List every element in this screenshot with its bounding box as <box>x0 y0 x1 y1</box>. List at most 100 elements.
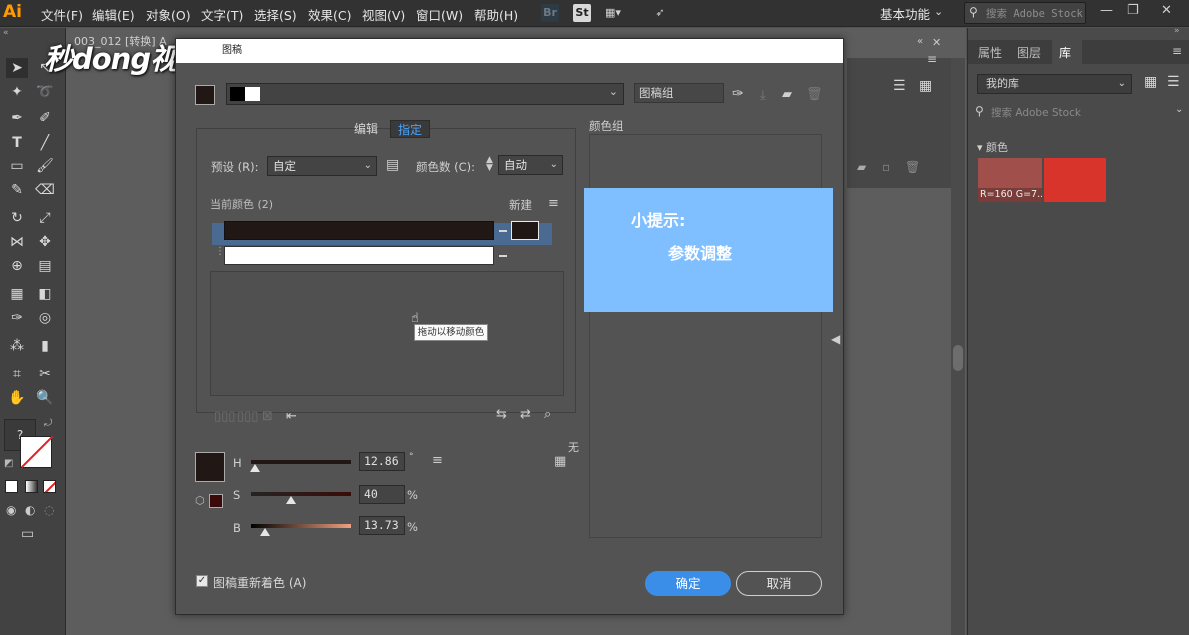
color-bar-select[interactable]: ⌄ <box>226 83 624 105</box>
pen-tool-icon[interactable]: ✒ <box>6 108 28 128</box>
draw-inside-icon[interactable]: ◌ <box>44 503 54 517</box>
grid-view-icon[interactable]: ▦ <box>919 78 932 94</box>
trash-icon[interactable]: 🗑 <box>905 160 920 174</box>
h-value-field[interactable]: 12.86 <box>359 452 405 471</box>
list-menu-icon[interactable]: ≡ <box>548 196 559 211</box>
current-color-bar[interactable] <box>224 221 494 240</box>
menu-select[interactable]: 选择(S) <box>254 5 297 24</box>
library-color-swatch[interactable]: R=160 G=7... <box>978 158 1042 202</box>
menu-object[interactable]: 对象(O) <box>146 5 191 24</box>
preset-select[interactable]: 自定 ⌄ <box>267 156 377 176</box>
gpu-rocket-icon[interactable]: ➶ <box>651 4 669 22</box>
rectangle-tool-icon[interactable]: ▭ <box>6 156 28 176</box>
hand-tool-icon[interactable]: ✋ <box>6 388 28 408</box>
scrollbar-thumb[interactable] <box>953 345 963 371</box>
color-count-select[interactable]: 自动 ⌄ <box>498 155 563 175</box>
find-colors-icon[interactable]: ⌕ <box>544 407 551 422</box>
new-icon[interactable]: ▫ <box>882 160 890 174</box>
current-fill-swatch[interactable] <box>195 85 215 105</box>
close-icon[interactable]: ✕ <box>1161 3 1172 18</box>
perspective-grid-tool-icon[interactable]: ▤ <box>34 256 56 276</box>
line-tool-icon[interactable]: ╱ <box>34 133 56 153</box>
s-slider-thumb[interactable] <box>286 496 296 504</box>
eyedropper-tool-icon[interactable]: ✑ <box>6 308 28 328</box>
screen-mode-icon[interactable]: ▭ <box>21 526 34 542</box>
panel-menu-icon[interactable]: ≡ <box>927 52 937 66</box>
collapse-icon[interactable]: « <box>3 28 9 38</box>
color-reduction-options-icon[interactable]: ▤ <box>386 157 399 173</box>
minimize-icon[interactable]: — <box>1100 3 1113 18</box>
tab-properties[interactable]: 属性 <box>978 44 1002 61</box>
list-view-icon[interactable]: ☰ <box>1167 74 1180 90</box>
new-color-group-icon[interactable]: ▰ <box>782 87 792 102</box>
zoom-tool-icon[interactable]: 🔍 <box>34 388 56 408</box>
h-slider[interactable] <box>251 460 351 464</box>
tab-edit[interactable]: 编辑 <box>347 120 385 138</box>
s-slider[interactable] <box>251 492 351 496</box>
close-icon[interactable]: ✕ <box>932 36 941 49</box>
lasso-tool-icon[interactable]: ➰ <box>34 82 56 102</box>
out-of-gamut-swatch[interactable] <box>209 494 223 508</box>
colors-section-header[interactable]: ▾ 颜色 <box>977 139 1008 155</box>
cancel-button[interactable]: 取消 <box>736 571 822 596</box>
library-search-input[interactable]: ⚲ 搜索 Adobe Stock ⌄ <box>975 102 1185 122</box>
magic-wand-tool-icon[interactable]: ✦ <box>6 82 28 102</box>
gradient-mode-icon[interactable] <box>25 480 38 493</box>
stepper-icon[interactable]: ▲ ▼ <box>486 156 493 173</box>
current-color-bar[interactable] <box>224 246 494 265</box>
color-mode-menu-icon[interactable]: ≡ <box>432 453 443 468</box>
menu-edit[interactable]: 编辑(E) <box>92 5 135 24</box>
b-slider-thumb[interactable] <box>260 528 270 536</box>
menu-window[interactable]: 窗口(W) <box>416 5 463 24</box>
new-row-icon[interactable]: ⇤ <box>286 409 297 424</box>
curvature-tool-icon[interactable]: ✐ <box>34 108 56 128</box>
panel-menu-icon[interactable]: ≡ <box>1172 44 1182 58</box>
mesh-tool-icon[interactable]: ▦ <box>6 284 28 304</box>
folder-icon[interactable]: ▰ <box>857 160 866 174</box>
shape-builder-tool-icon[interactable]: ⊕ <box>6 256 28 276</box>
s-value-field[interactable]: 40 <box>359 485 405 504</box>
menu-view[interactable]: 视图(V) <box>362 5 405 24</box>
random-saturation-icon[interactable]: ⇄ <box>520 407 531 422</box>
stock-icon[interactable]: St <box>573 4 591 22</box>
library-select[interactable]: 我的库 ⌄ <box>977 74 1132 94</box>
chevron-down-icon[interactable]: ⌄ <box>934 5 943 18</box>
color-cube-icon[interactable]: ⬡ <box>195 494 205 507</box>
slice-tool-icon[interactable]: ✂ <box>34 364 56 384</box>
selected-color-swatch[interactable] <box>195 452 225 482</box>
width-tool-icon[interactable]: ⋈ <box>6 232 28 252</box>
rotate-tool-icon[interactable]: ↻ <box>6 208 28 228</box>
shaper-tool-icon[interactable]: ✎ <box>6 180 28 200</box>
tab-layers[interactable]: 图层 <box>1017 44 1041 61</box>
recolor-artwork-checkbox[interactable]: ✓ <box>196 575 208 587</box>
scale-tool-icon[interactable]: ⤢ <box>34 208 56 228</box>
b-value-field[interactable]: 13.73 <box>359 516 405 535</box>
random-order-icon[interactable]: ⇆ <box>496 407 507 422</box>
menu-help[interactable]: 帮助(H) <box>474 5 518 24</box>
grid-view-icon[interactable]: ▦ <box>1144 74 1157 90</box>
type-tool-icon[interactable]: T <box>6 133 28 153</box>
none-mode-icon[interactable] <box>43 480 56 493</box>
stock-search-input[interactable]: ⚲ 搜索 Adobe Stock <box>964 2 1086 24</box>
draw-behind-icon[interactable]: ◐ <box>25 503 35 517</box>
limit-to-library-icon[interactable]: ▦ <box>554 454 566 469</box>
blend-tool-icon[interactable]: ◎ <box>34 308 56 328</box>
eraser-tool-icon[interactable]: ⌫ <box>34 180 56 200</box>
color-mode-icon[interactable] <box>5 480 18 493</box>
tab-libraries[interactable]: 库 <box>1052 40 1082 64</box>
draw-normal-icon[interactable]: ◉ <box>6 503 16 517</box>
collapse-icon[interactable]: « <box>917 36 923 47</box>
h-slider-thumb[interactable] <box>250 464 260 472</box>
selection-tool-icon[interactable]: ➤ <box>6 58 28 78</box>
restore-icon[interactable]: ❐ <box>1127 3 1139 18</box>
menu-file[interactable]: 文件(F) <box>41 5 83 24</box>
library-color-swatch[interactable] <box>1044 158 1106 202</box>
collapse-panel-icon[interactable]: ◀ <box>831 332 840 346</box>
bridge-icon[interactable]: Br <box>541 4 559 22</box>
swap-fill-stroke-icon[interactable]: ⤾ <box>44 418 52 429</box>
list-view-icon[interactable]: ☰ <box>893 78 906 94</box>
puppet-warp-tool-icon[interactable]: ✥ <box>34 232 56 252</box>
stroke-box[interactable] <box>20 435 54 469</box>
menu-type[interactable]: 文字(T) <box>201 5 243 24</box>
ok-button[interactable]: 确定 <box>645 571 731 596</box>
